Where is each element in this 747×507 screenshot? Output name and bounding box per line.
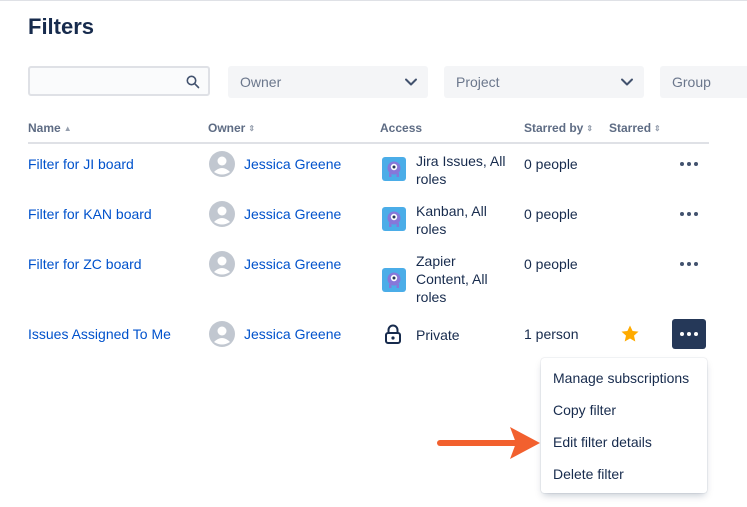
search-input[interactable] (36, 72, 186, 92)
search-icon[interactable] (186, 75, 200, 89)
sort-icon: ⇕ (654, 124, 661, 133)
column-header-owner[interactable]: Owner ⇕ (208, 121, 255, 135)
search-box[interactable] (28, 66, 210, 96)
header-divider (28, 142, 709, 144)
annotation-arrow-icon (437, 427, 540, 459)
top-border (0, 0, 747, 1)
group-dropdown[interactable]: Group (660, 66, 747, 98)
avatar-icon (209, 321, 235, 347)
column-header-access-label: Access (380, 121, 423, 135)
menu-item-manage-subscriptions[interactable]: Manage subscriptions (553, 370, 689, 386)
owner-link[interactable]: Jessica Greene (244, 326, 341, 342)
column-header-starred-by[interactable]: Starred by ⇕ (524, 121, 593, 135)
access-text: Jira Issues, All roles (416, 153, 506, 187)
starred-by-count: 1 person (524, 326, 579, 342)
column-header-access: Access (380, 121, 422, 135)
access-text: Kanban, All roles (416, 203, 487, 237)
sort-icon: ⇕ (248, 124, 256, 133)
column-header-name-label: Name (28, 121, 61, 135)
more-actions-button[interactable] (672, 319, 706, 349)
lock-icon (385, 324, 401, 344)
column-header-owner-label: Owner (208, 121, 246, 135)
chevron-down-icon (405, 78, 417, 86)
starred-by-count: 0 people (524, 256, 578, 272)
project-icon (382, 268, 406, 292)
owner-link[interactable]: Jessica Greene (244, 156, 341, 172)
column-header-name[interactable]: Name ▲ (28, 121, 72, 135)
menu-item-edit-filter-details[interactable]: Edit filter details (553, 434, 652, 450)
filter-name-link[interactable]: Filter for JI board (28, 156, 134, 172)
more-actions-button[interactable] (672, 199, 706, 229)
project-dropdown[interactable]: Project (444, 66, 644, 98)
sort-ascending-icon: ▲ (63, 124, 72, 133)
more-icon (680, 262, 698, 266)
more-actions-button[interactable] (672, 149, 706, 179)
filter-name-link[interactable]: Filter for ZC board (28, 256, 142, 272)
project-icon (382, 157, 406, 181)
column-header-starred[interactable]: Starred ⇕ (609, 121, 661, 135)
owner-dropdown-label: Owner (240, 74, 282, 90)
project-dropdown-label: Project (456, 74, 500, 90)
starred-by-count: 0 people (524, 156, 578, 172)
access-text: Zapier Content, All roles (416, 253, 488, 305)
column-header-starred-label: Starred (609, 121, 652, 135)
sort-icon: ⇕ (586, 124, 594, 133)
page-title: Filters (28, 14, 95, 39)
filter-name-link[interactable]: Filter for KAN board (28, 206, 152, 222)
menu-item-copy-filter[interactable]: Copy filter (553, 402, 616, 418)
more-icon (680, 162, 698, 166)
group-dropdown-label: Group (672, 74, 711, 90)
avatar-icon (209, 201, 235, 227)
access-text: Private (416, 327, 460, 343)
avatar-icon (209, 251, 235, 277)
more-icon (680, 212, 698, 216)
actions-menu: Manage subscriptions Copy filter Edit fi… (541, 358, 707, 493)
star-icon[interactable] (620, 324, 640, 344)
chevron-down-icon (621, 78, 633, 86)
project-icon (382, 207, 406, 231)
column-header-starred-by-label: Starred by (524, 121, 584, 135)
owner-dropdown[interactable]: Owner (228, 66, 428, 98)
more-actions-button[interactable] (672, 249, 706, 279)
starred-by-count: 0 people (524, 206, 578, 222)
filter-name-link[interactable]: Issues Assigned To Me (28, 326, 171, 342)
avatar-icon (209, 151, 235, 177)
owner-link[interactable]: Jessica Greene (244, 206, 341, 222)
menu-item-delete-filter[interactable]: Delete filter (553, 466, 624, 482)
owner-link[interactable]: Jessica Greene (244, 256, 341, 272)
more-icon (680, 332, 698, 336)
